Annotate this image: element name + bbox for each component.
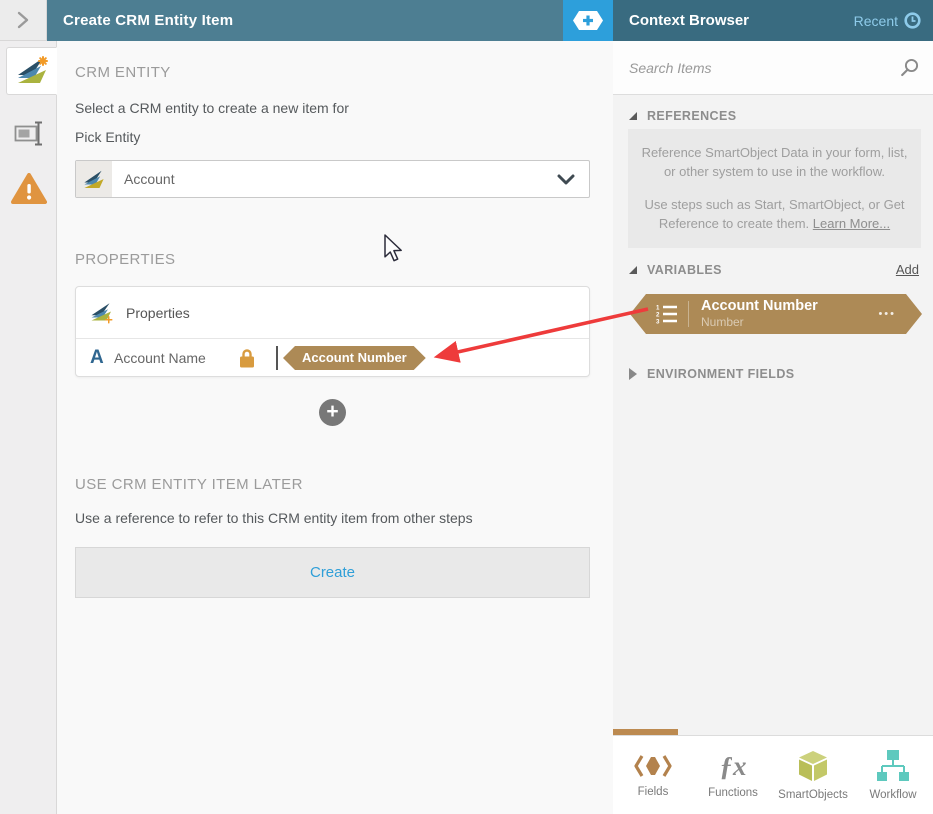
divider	[688, 301, 689, 327]
workflow-icon	[877, 749, 909, 781]
recent-button[interactable]: Recent	[854, 12, 921, 29]
tab-fields[interactable]: Fields	[613, 736, 693, 814]
entity-icon	[84, 170, 104, 188]
tab-workflow-label: Workflow	[869, 788, 917, 801]
numbered-list-icon: 123	[656, 303, 678, 325]
variable-type: Number	[701, 315, 744, 330]
environment-fields-heading: ENVIRONMENT FIELDS	[647, 367, 795, 381]
pick-entity-label: Pick Entity	[75, 129, 141, 145]
lock-cell[interactable]	[224, 348, 270, 368]
properties-card-header[interactable]: Properties	[76, 287, 589, 339]
create-reference-button[interactable]: Create	[75, 547, 590, 598]
entity-dropdown-value: Account	[124, 171, 175, 187]
tab-fields-label: Fields	[637, 785, 669, 798]
create-button-label: Create	[309, 564, 356, 581]
context-browser-title: Context Browser	[629, 12, 750, 29]
triangle-expanded-icon	[629, 266, 637, 274]
add-variable-link[interactable]: Add	[896, 262, 919, 277]
smartobjects-icon	[799, 750, 827, 781]
properties-card: Properties A Account Name Account Number	[75, 286, 590, 377]
context-browser-header: Context Browser Recent	[613, 0, 933, 41]
sidebar-item-step-name[interactable]	[0, 109, 57, 157]
environment-fields-section-header[interactable]: ENVIRONMENT FIELDS	[629, 367, 794, 381]
properties-heading: PROPERTIES	[75, 251, 176, 268]
chevron-down-icon	[557, 174, 575, 184]
recent-label: Recent	[853, 12, 898, 29]
tab-smartobjects[interactable]: SmartObjects	[773, 736, 853, 814]
tag-plus-icon	[573, 11, 603, 30]
step-header: Create CRM Entity Item	[47, 0, 563, 41]
variable-item-account-number[interactable]: 123 Account Number Number •••	[630, 294, 922, 334]
clock-icon	[904, 12, 921, 29]
references-info-box: Reference SmartObject Data in your form,…	[628, 129, 921, 249]
references-info-line1: Reference SmartObject Data in your form,…	[641, 145, 908, 179]
search-bar	[613, 41, 933, 95]
lock-icon	[240, 349, 254, 368]
crm-entity-icon	[17, 56, 48, 83]
workflow-designer-app: Create CRM Entity Item Context Browser R…	[0, 0, 933, 814]
variable-name: Account Number	[701, 298, 818, 315]
add-variable-header-button[interactable]	[563, 0, 613, 41]
step-sidebar	[0, 41, 57, 814]
properties-icon	[91, 302, 113, 323]
variables-heading: VARIABLES	[647, 263, 722, 277]
variables-section-header[interactable]: VARIABLES	[629, 263, 722, 277]
variable-texts: Account Number Number	[701, 298, 878, 329]
tab-workflow[interactable]: Workflow	[853, 736, 933, 814]
crm-entity-description: Select a CRM entity to create a new item…	[75, 100, 349, 116]
tab-functions-label: Functions	[708, 786, 758, 799]
svg-text:1: 1	[656, 305, 660, 312]
variable-menu-button[interactable]: •••	[878, 308, 896, 320]
text-caret	[276, 346, 278, 370]
functions-icon: ƒx	[719, 750, 747, 781]
triangle-expanded-icon	[629, 112, 637, 120]
entity-dropdown[interactable]: Account	[75, 160, 590, 198]
sidebar-item-entity-setup[interactable]	[6, 47, 57, 95]
step-config-panel: CRM ENTITY Select a CRM entity to create…	[57, 41, 613, 814]
tab-smartobjects-label: SmartObjects	[778, 788, 848, 801]
references-info-line2: Use steps such as Start, SmartObject, or…	[644, 196, 905, 231]
references-heading: REFERENCES	[647, 109, 737, 123]
active-tab-indicator	[613, 729, 678, 735]
triangle-collapsed-icon	[629, 368, 637, 380]
warning-icon	[10, 173, 47, 204]
search-icon[interactable]	[900, 58, 919, 77]
learn-more-link[interactable]: Learn More...	[813, 216, 890, 231]
use-later-heading: USE CRM ENTITY ITEM LATER	[75, 476, 303, 493]
properties-card-title: Properties	[126, 304, 190, 321]
search-input[interactable]	[629, 59, 900, 76]
sidebar-item-warnings[interactable]	[0, 165, 57, 213]
context-browser-tabs: Fields ƒx Functions SmartObjects Workflo…	[613, 729, 933, 814]
references-section-header[interactable]: REFERENCES	[629, 109, 736, 123]
plus-icon: +	[326, 400, 339, 423]
property-label: Account Name	[114, 350, 206, 366]
chevron-right-icon	[17, 11, 29, 29]
page-title: Create CRM Entity Item	[63, 12, 234, 29]
property-value-field[interactable]: Account Number	[270, 339, 589, 377]
entity-icon-cell	[76, 161, 112, 197]
context-browser-panel: REFERENCES Reference SmartObject Data in…	[613, 41, 933, 814]
rename-step-icon	[14, 121, 42, 145]
crm-entity-heading: CRM ENTITY	[75, 64, 171, 81]
add-property-button[interactable]: +	[319, 399, 346, 426]
svg-text:3: 3	[656, 319, 660, 326]
variable-tag[interactable]: Account Number	[283, 346, 426, 370]
tab-functions[interactable]: ƒx Functions	[693, 736, 773, 814]
svg-text:2: 2	[656, 312, 660, 319]
text-type-icon: A	[90, 347, 104, 368]
use-later-description: Use a reference to refer to this CRM ent…	[75, 510, 473, 526]
collapse-panel-button[interactable]	[0, 0, 47, 41]
property-row-account-name: A Account Name Account Number	[76, 339, 589, 377]
fields-icon	[634, 754, 672, 777]
